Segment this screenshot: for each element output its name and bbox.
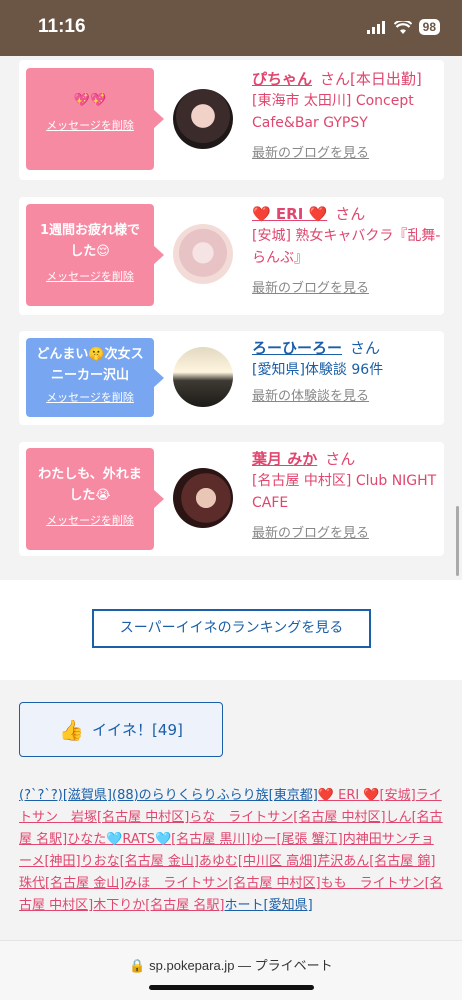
liker-link[interactable]: (88)のらりくらりふらり族[東京都] xyxy=(112,788,318,803)
liker-link[interactable]: りおな[名古屋 金山] xyxy=(81,854,199,869)
liker-link[interactable]: ひなた🩵RATS🩵[名古屋 黒川] xyxy=(67,832,250,847)
liker-link[interactable]: あゆむ[中川区 高畑] xyxy=(199,854,317,869)
latest-blog-link[interactable]: 最新のブログを見る xyxy=(252,277,369,296)
super-like-ranking-button[interactable]: スーパーイイネのランキングを見る xyxy=(92,609,371,648)
home-indicator[interactable] xyxy=(149,985,314,990)
message-card: 1週間お疲れ様でした😌 メッセージを削除 ❤️ ERI ❤️ さん [安城] 熟女… xyxy=(19,197,444,315)
message-bubble: 1週間お疲れ様でした😌 メッセージを削除 xyxy=(26,204,164,306)
liker-link[interactable]: 芹沢あん[名古屋 錦] xyxy=(317,854,435,869)
liker-link[interactable]: ❤️ ERI ❤️[安城] xyxy=(318,788,416,803)
latest-review-link[interactable]: 最新の体験談を見る xyxy=(252,385,369,404)
like-button-label: イイネ！[49] xyxy=(92,721,183,739)
message-card: 💖💖 メッセージを削除 ぴちゃん さん[本日出勤] [東海市 太田川] Conce… xyxy=(19,60,444,180)
honorific: さん xyxy=(325,450,356,468)
avatar[interactable] xyxy=(173,224,233,284)
latest-blog-link[interactable]: 最新のブログを見る xyxy=(252,522,369,541)
like-button[interactable]: 👍 イイネ！[49] xyxy=(19,702,223,757)
avatar[interactable] xyxy=(173,468,233,528)
message-card: わたしも、外れました😭 メッセージを削除 葉月 みか さん [名古屋 中村区] C… xyxy=(19,442,444,556)
liker-link[interactable]: (?`?`?)[滋賀県] xyxy=(19,788,112,803)
cellular-signal-icon xyxy=(366,20,385,34)
honorific: さん xyxy=(350,339,381,357)
review-count[interactable]: [愛知県]体験談 96件 xyxy=(252,359,442,381)
status-time: 11:16 xyxy=(38,16,86,37)
delete-message-link[interactable]: メッセージを削除 xyxy=(26,389,154,405)
shop-location[interactable]: [安城] 熟女キャバクラ『乱舞-らんぶ』 xyxy=(252,225,442,269)
message-text: 1週間お疲れ様でした😌 xyxy=(39,223,141,259)
message-text: わたしも、外れました😭 xyxy=(38,467,142,503)
status-tag: [本日出勤] xyxy=(350,70,422,88)
status-icons: 98 xyxy=(366,19,440,35)
delete-message-link[interactable]: メッセージを削除 xyxy=(26,268,154,284)
message-card: どんまい🤫次女スニーカー沢山 メッセージを削除 ろーひーろー さん [愛知県]体験… xyxy=(19,331,444,425)
message-bubble: 💖💖 メッセージを削除 xyxy=(26,68,164,170)
message-text: 💖💖 xyxy=(73,93,107,108)
message-bubble: どんまい🤫次女スニーカー沢山 メッセージを削除 xyxy=(26,338,164,417)
scrollbar[interactable] xyxy=(456,506,459,576)
profile-name-link[interactable]: ❤️ ERI ❤️ xyxy=(252,205,327,223)
avatar[interactable] xyxy=(173,347,233,407)
status-bar: 11:16 98 xyxy=(0,0,462,56)
thumbs-up-icon: 👍 xyxy=(59,717,85,742)
shop-location[interactable]: [東海市 太田川] Concept Cafe&Bar GYPSY xyxy=(252,90,442,134)
liker-link[interactable]: みほ ライトサン[名古屋 中村区] xyxy=(124,876,320,891)
shop-location[interactable]: [名古屋 中村区] Club NIGHT CAFE xyxy=(252,470,442,514)
profile-name-link[interactable]: 葉月 みか xyxy=(252,450,317,468)
url-text: sp.pokepara.jp xyxy=(149,958,235,973)
profile-info: 葉月 みか さん [名古屋 中村区] Club NIGHT CAFE 最新のブログ… xyxy=(252,448,442,541)
profile-info: ❤️ ERI ❤️ さん [安城] 熟女キャバクラ『乱舞-らんぶ』 最新のブログを… xyxy=(252,203,442,296)
latest-blog-link[interactable]: 最新のブログを見る xyxy=(252,142,369,161)
content-area: 💖💖 メッセージを削除 ぴちゃん さん[本日出勤] [東海市 太田川] Conce… xyxy=(0,56,462,940)
profile-info: ぴちゃん さん[本日出勤] [東海市 太田川] Concept Cafe&Bar … xyxy=(252,68,442,161)
liker-link[interactable]: ホート[愛知県] xyxy=(225,898,313,913)
honorific: さん xyxy=(335,205,366,223)
liker-link[interactable]: ゆー[尾張 蟹江] xyxy=(250,832,342,847)
profile-info: ろーひーろー さん [愛知県]体験談 96件 最新の体験談を見る xyxy=(252,337,442,404)
profile-name-link[interactable]: ろーひーろー xyxy=(252,339,342,357)
wifi-icon xyxy=(393,20,412,34)
liker-link[interactable]: 木下りか[名古屋 名駅] xyxy=(93,898,224,913)
honorific: さん xyxy=(320,70,351,88)
delete-message-link[interactable]: メッセージを削除 xyxy=(26,512,154,528)
url-bar[interactable]: 🔒 sp.pokepara.jp — プライベート xyxy=(0,955,462,974)
avatar[interactable] xyxy=(173,89,233,149)
liker-link[interactable]: らな ライトサン[名古屋 中村区] xyxy=(189,810,385,825)
lock-icon: 🔒 xyxy=(129,958,146,973)
message-text: どんまい🤫次女スニーカー沢山 xyxy=(36,347,144,383)
liker-link[interactable]: 珠代[名古屋 金山] xyxy=(19,876,124,891)
browser-bottom-bar: 🔒 sp.pokepara.jp — プライベート xyxy=(0,940,462,1000)
delete-message-link[interactable]: メッセージを削除 xyxy=(26,117,154,133)
message-bubble: わたしも、外れました😭 メッセージを削除 xyxy=(26,448,164,550)
profile-name-link[interactable]: ぴちゃん xyxy=(252,70,312,88)
likers-list: (?`?`?)[滋賀県](88)のらりくらりふらり族[東京都]❤️ ERI ❤️… xyxy=(19,785,443,917)
battery-indicator: 98 xyxy=(418,19,440,35)
private-label: — プライベート xyxy=(238,958,333,973)
